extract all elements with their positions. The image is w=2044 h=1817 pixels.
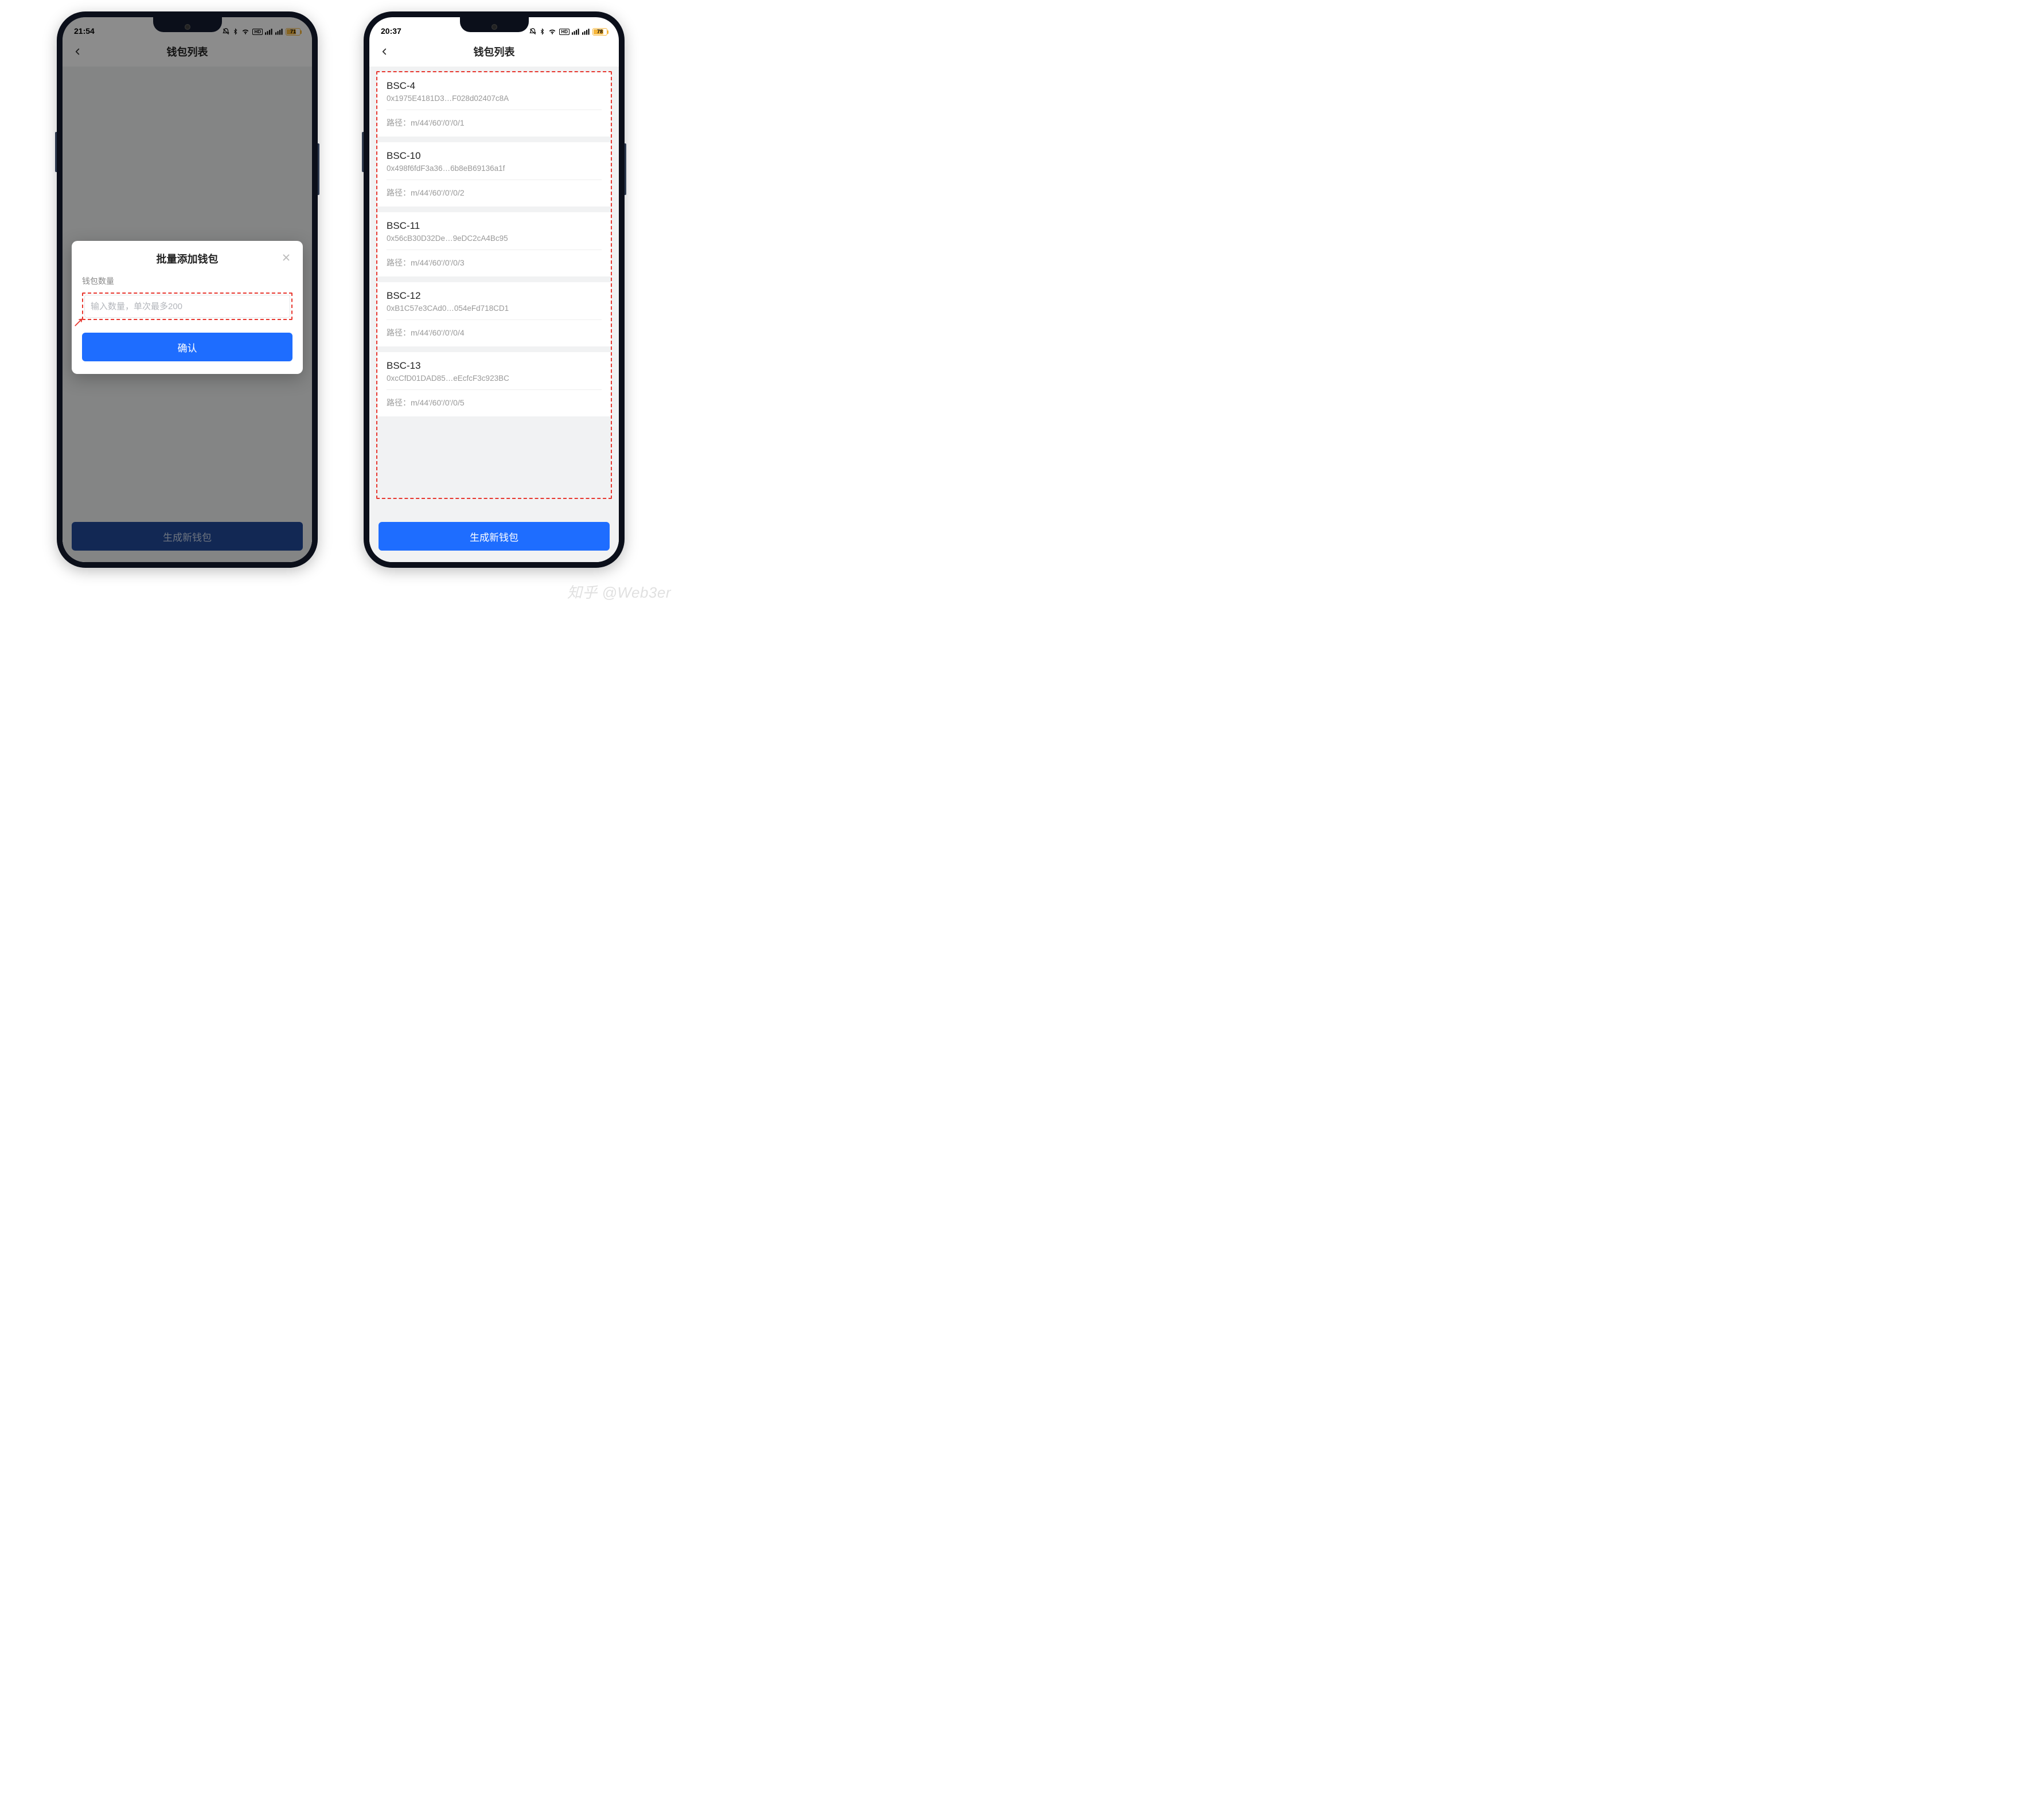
qty-input[interactable]	[84, 295, 290, 318]
wallet-card[interactable]: BSC-12 0xB1C57e3CAd0…054eFd718CD1路径：m/44'…	[377, 282, 611, 346]
annotation-arrow-icon	[376, 496, 380, 499]
screen-right: 20:37 HD 78 钱包列表 BSC-40x1975	[369, 17, 619, 562]
wallet-path: 路径：m/44'/60'/0'/0/3	[377, 250, 611, 276]
wallet-name: BSC-13	[387, 360, 602, 372]
generate-wallet-button[interactable]: 生成新钱包	[379, 522, 610, 551]
wallet-address: 0xcCfD01DAD85…eEcfcF3c923BC	[387, 374, 602, 389]
wallet-address: 0x498f6fdF3a36…6b8eB69136a1f	[387, 164, 602, 180]
qty-label: 钱包数量	[82, 275, 292, 287]
batch-add-dialog: 批量添加钱包 钱包数量 确认	[72, 241, 303, 374]
signal1-icon	[572, 28, 580, 35]
phone-mock-right: 20:37 HD 78 钱包列表 BSC-40x1975	[364, 11, 625, 568]
bluetooth-icon	[539, 28, 545, 36]
wallet-card[interactable]: BSC-10 0x498f6fdF3a36…6b8eB69136a1f路径：m/4…	[377, 142, 611, 206]
dialog-title: 批量添加钱包	[157, 251, 219, 266]
wallet-address: 0x56cB30D32De…9eDC2cA4Bc95	[387, 234, 602, 249]
wallet-address: 0x1975E4181D3…F028d02407c8A	[387, 94, 602, 110]
mute-icon	[529, 28, 537, 36]
watermark: 知乎 @Web3er	[567, 581, 671, 602]
status-time: 20:37	[381, 26, 401, 36]
wallet-name: BSC-11	[387, 220, 602, 232]
page-title: 钱包列表	[474, 44, 515, 59]
notch	[460, 17, 529, 32]
phone-mock-left: 21:54 HD 71 钱包列表 生成新钱包	[57, 11, 318, 568]
qty-input-highlight	[82, 293, 292, 320]
wallet-path: 路径：m/44'/60'/0'/0/5	[377, 390, 611, 416]
annotation-arrow-icon	[74, 317, 84, 327]
confirm-button[interactable]: 确认	[82, 333, 292, 361]
back-button[interactable]	[377, 45, 391, 59]
wallet-card[interactable]: BSC-4 0x1975E4181D3…F028d02407c8A路径：m/44'…	[377, 72, 611, 137]
wallet-name: BSC-12	[387, 290, 602, 302]
close-icon[interactable]	[280, 251, 292, 264]
screen-left: 21:54 HD 71 钱包列表 生成新钱包	[63, 17, 312, 562]
wallet-list-highlight: BSC-40x1975E4181D3…F028d02407c8A路径：m/44'…	[376, 71, 612, 499]
content-area: BSC-40x1975E4181D3…F028d02407c8A路径：m/44'…	[369, 67, 619, 562]
wallet-path: 路径：m/44'/60'/0'/0/4	[377, 320, 611, 346]
battery-icon: 78	[592, 28, 607, 36]
wallet-name: BSC-10	[387, 150, 602, 162]
wallet-address: 0xB1C57e3CAd0…054eFd718CD1	[387, 304, 602, 319]
navbar: 钱包列表	[369, 37, 619, 67]
wallet-card[interactable]: BSC-13 0xcCfD01DAD85…eEcfcF3c923BC路径：m/44…	[377, 352, 611, 416]
notch	[153, 17, 222, 32]
wallet-card[interactable]: BSC-11 0x56cB30D32De…9eDC2cA4Bc95路径：m/44'…	[377, 212, 611, 276]
wallet-path: 路径：m/44'/60'/0'/0/2	[377, 180, 611, 206]
wifi-icon	[548, 28, 557, 36]
status-icons: HD 78	[529, 28, 607, 36]
wallet-name: BSC-4	[387, 80, 602, 92]
bottom-button-wrap: 生成新钱包	[379, 522, 610, 551]
hd-icon: HD	[559, 29, 569, 35]
wallet-path: 路径：m/44'/60'/0'/0/1	[377, 110, 611, 137]
wallet-list[interactable]: BSC-40x1975E4181D3…F028d02407c8A路径：m/44'…	[377, 72, 611, 498]
signal2-icon	[582, 28, 590, 35]
